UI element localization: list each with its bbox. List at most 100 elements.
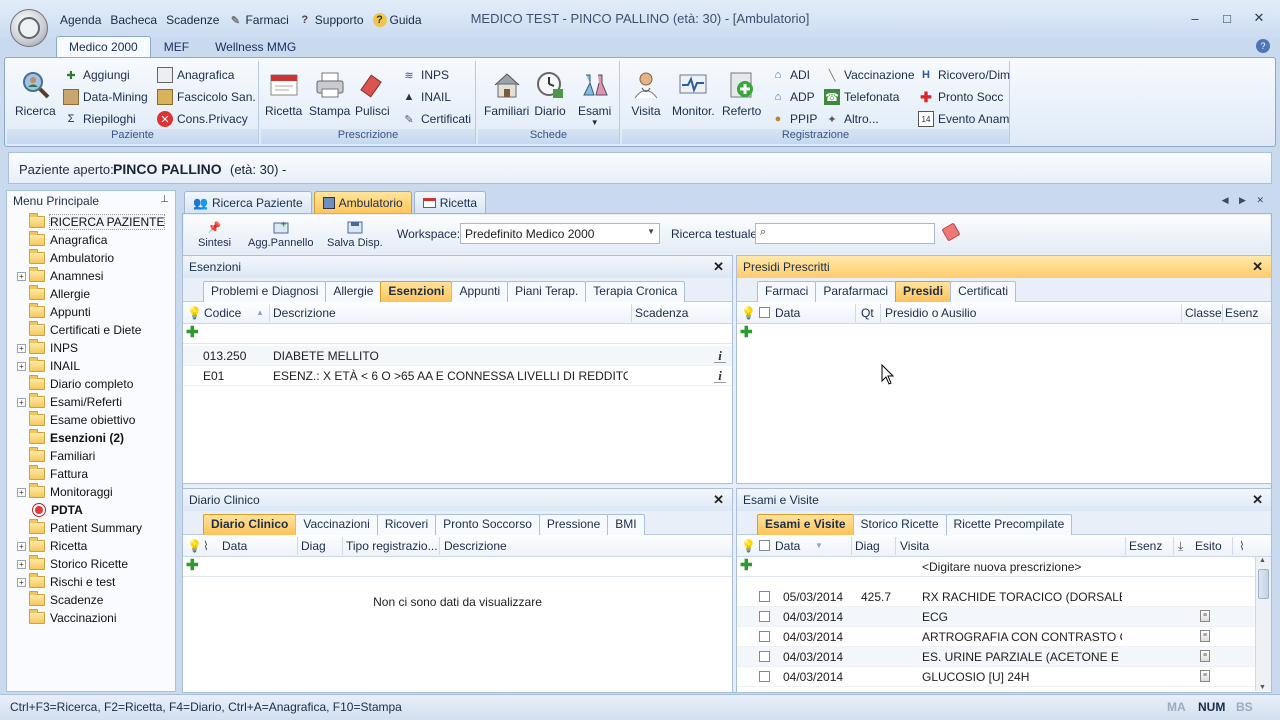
expand-icon[interactable]: + (17, 343, 26, 353)
sidebar-item[interactable]: + Storico Ricette (17, 555, 128, 573)
ppip-button[interactable]: ● PPIP (770, 109, 818, 129)
close-icon[interactable]: ✕ (1252, 492, 1263, 508)
panel-tab[interactable]: Pressione (538, 514, 609, 535)
presidi-add-row[interactable]: ✚ (737, 324, 1271, 344)
sidebar-item[interactable]: + Ricetta (17, 537, 87, 555)
inail-button[interactable]: ▲ INAIL (401, 87, 451, 107)
sidebar-item[interactable]: Diario completo (17, 375, 133, 393)
close-icon[interactable]: ✕ (713, 492, 724, 508)
esito-document-icon[interactable]: ≡ (1200, 630, 1210, 642)
col-diag[interactable]: Diag (301, 539, 326, 553)
sidebar-item[interactable]: + INPS (17, 339, 78, 357)
scroll-down-icon[interactable]: ▼ (1259, 684, 1266, 691)
monitor-button[interactable]: Monitor. (672, 69, 715, 118)
sidebar-item[interactable]: Esenzioni (2) (17, 429, 124, 447)
panel-tab[interactable]: Presidi (895, 281, 952, 302)
expand-icon[interactable]: + (17, 271, 26, 281)
expand-icon[interactable]: + (17, 577, 26, 587)
esenzioni-add-row[interactable]: ✚ (183, 324, 732, 344)
ribbon-tab-wellness[interactable]: Wellness MMG (202, 36, 309, 58)
row-checkbox[interactable] (759, 651, 770, 662)
minimize-button[interactable]: – (1182, 8, 1208, 28)
doc-tab-ambulatorio[interactable]: Ambulatorio (313, 191, 412, 213)
ricovero-button[interactable]: H Ricovero/Dim (918, 65, 1010, 85)
pronto-socc-button[interactable]: ✚ Pronto Socc (918, 87, 1003, 107)
esito-document-icon[interactable]: ≡ (1200, 610, 1210, 622)
expand-icon[interactable]: + (17, 541, 26, 551)
col-esenz[interactable]: Esenz (1129, 539, 1162, 553)
sidebar-item[interactable]: PDTA (17, 501, 83, 519)
sidebar-item[interactable]: Vaccinazioni (17, 609, 116, 627)
inps-button[interactable]: ≋ INPS (401, 65, 449, 85)
pin-icon[interactable]: ⊥ (160, 194, 169, 205)
sidebar-item[interactable]: Anagrafica (17, 231, 107, 249)
text-search-input[interactable]: ⌕ (755, 223, 935, 244)
table-row[interactable]: 04/03/2014 ES. URINE PARZIALE (ACETONE E … (737, 647, 1255, 667)
col-data[interactable]: Data (775, 306, 800, 320)
sidebar-item[interactable]: Familiari (17, 447, 95, 465)
scroll-thumb[interactable] (1258, 569, 1269, 599)
doc-tab-ricerca-paziente[interactable]: 👥 Ricerca Paziente (184, 191, 312, 213)
esito-document-icon[interactable]: ≡ (1200, 670, 1210, 682)
panel-tab[interactable]: Problemi e Diagnosi (203, 281, 327, 302)
familiari-button[interactable]: Familiari (484, 69, 529, 118)
table-row[interactable]: 04/03/2014 ARTROGRAFIA CON CONTRASTO C...… (737, 627, 1255, 647)
panel-tab[interactable]: Piani Terap. (507, 281, 587, 302)
sidebar-item[interactable]: + Esami/Referti (17, 393, 122, 411)
sidebar-item[interactable]: + Rischi e test (17, 573, 115, 591)
anagrafica-button[interactable]: Anagrafica (157, 65, 234, 85)
ribbon-tab-mef[interactable]: MEF (151, 36, 202, 58)
col-qt[interactable]: Qt (861, 306, 874, 320)
panel-tab[interactable]: Certificati (950, 281, 1017, 302)
panel-tab[interactable]: Diario Clinico (203, 514, 297, 535)
diario-add-row[interactable]: ✚ (183, 557, 732, 577)
vaccinazione-button[interactable]: ╲ Vaccinazione (824, 65, 915, 85)
table-row[interactable]: E01 ESENZ.: X ETÀ < 6 O >65 AA E CONNESSA… (183, 366, 732, 386)
panel-tab[interactable]: Terapia Cronica (585, 281, 686, 302)
riepiloghi-button[interactable]: Σ Riepiloghi (63, 109, 136, 129)
expand-icon[interactable]: + (17, 487, 26, 497)
info-icon[interactable]: i (714, 348, 726, 363)
select-all-checkbox[interactable] (759, 307, 770, 318)
cons-privacy-button[interactable]: ✕ Cons.Privacy (157, 109, 248, 129)
clear-search-eraser-icon[interactable] (941, 222, 961, 242)
ricetta-button[interactable]: Ricetta (265, 69, 302, 118)
close-icon[interactable]: ✕ (1252, 259, 1263, 275)
adp-button[interactable]: ⌂ ADP (770, 87, 815, 107)
fascicolo-button[interactable]: Fascicolo San. (157, 87, 256, 107)
sidebar-item[interactable]: + Monitoraggi (17, 483, 113, 501)
certificati-button[interactable]: ✎ Certificati (401, 109, 471, 129)
adi-button[interactable]: ⌂ ADI (770, 65, 810, 85)
table-row[interactable]: 05/03/2014 425.7 RX RACHIDE TORACICO (DORS… (737, 587, 1255, 607)
panel-tab[interactable]: Farmaci (757, 281, 817, 302)
sidebar-item[interactable]: + Anamnesi (17, 267, 103, 285)
sintesi-button[interactable]: 📌 Sintesi (198, 219, 231, 250)
col-descrizione[interactable]: Descrizione (444, 539, 507, 553)
col-descrizione[interactable]: Descrizione (273, 306, 336, 320)
esito-document-icon[interactable]: ≡ (1200, 650, 1210, 662)
referto-button[interactable]: Referto (722, 69, 761, 118)
new-prescription-placeholder[interactable]: <Digitare nuova prescrizione> (922, 560, 1081, 574)
pulisci-button[interactable]: Pulisci (355, 69, 390, 118)
ricerca-button[interactable]: Ricerca (15, 69, 56, 118)
col-codice[interactable]: Codice (204, 306, 241, 320)
sidebar-item[interactable]: Certificati e Diete (17, 321, 141, 339)
col-tipo[interactable]: Tipo registrazio... (346, 539, 438, 553)
col-diag[interactable]: Diag (855, 539, 880, 553)
expand-icon[interactable]: + (17, 559, 26, 569)
telefonata-button[interactable]: ☎ Telefonata (824, 87, 899, 107)
agg-pannello-button[interactable]: + Agg.Pannello (248, 219, 313, 249)
esami-scrollbar[interactable]: ▲ ▼ (1255, 557, 1271, 691)
sidebar-item[interactable]: Ambulatorio (17, 249, 114, 267)
table-row[interactable]: 013.250 DIABETE MELLITO i (183, 346, 732, 366)
scroll-up-icon[interactable]: ▲ (1259, 557, 1266, 564)
row-checkbox[interactable] (759, 631, 770, 642)
sidebar-item[interactable]: RICERCA PAZIENTE (17, 213, 166, 231)
esami-add-row[interactable]: ✚ <Digitare nuova prescrizione> (737, 557, 1271, 577)
panel-tab[interactable]: Esami e Visite (757, 514, 854, 535)
table-row[interactable]: 04/03/2014 GLUCOSIO [U] 24H ≡ (737, 667, 1255, 687)
sidebar-item[interactable]: Esame obiettivo (17, 411, 135, 429)
document-tab-nav[interactable]: ◀ ▶ ✕ (1222, 195, 1268, 206)
panel-tab[interactable]: Appunti (451, 281, 509, 302)
col-scadenza[interactable]: Scadenza (635, 306, 688, 320)
